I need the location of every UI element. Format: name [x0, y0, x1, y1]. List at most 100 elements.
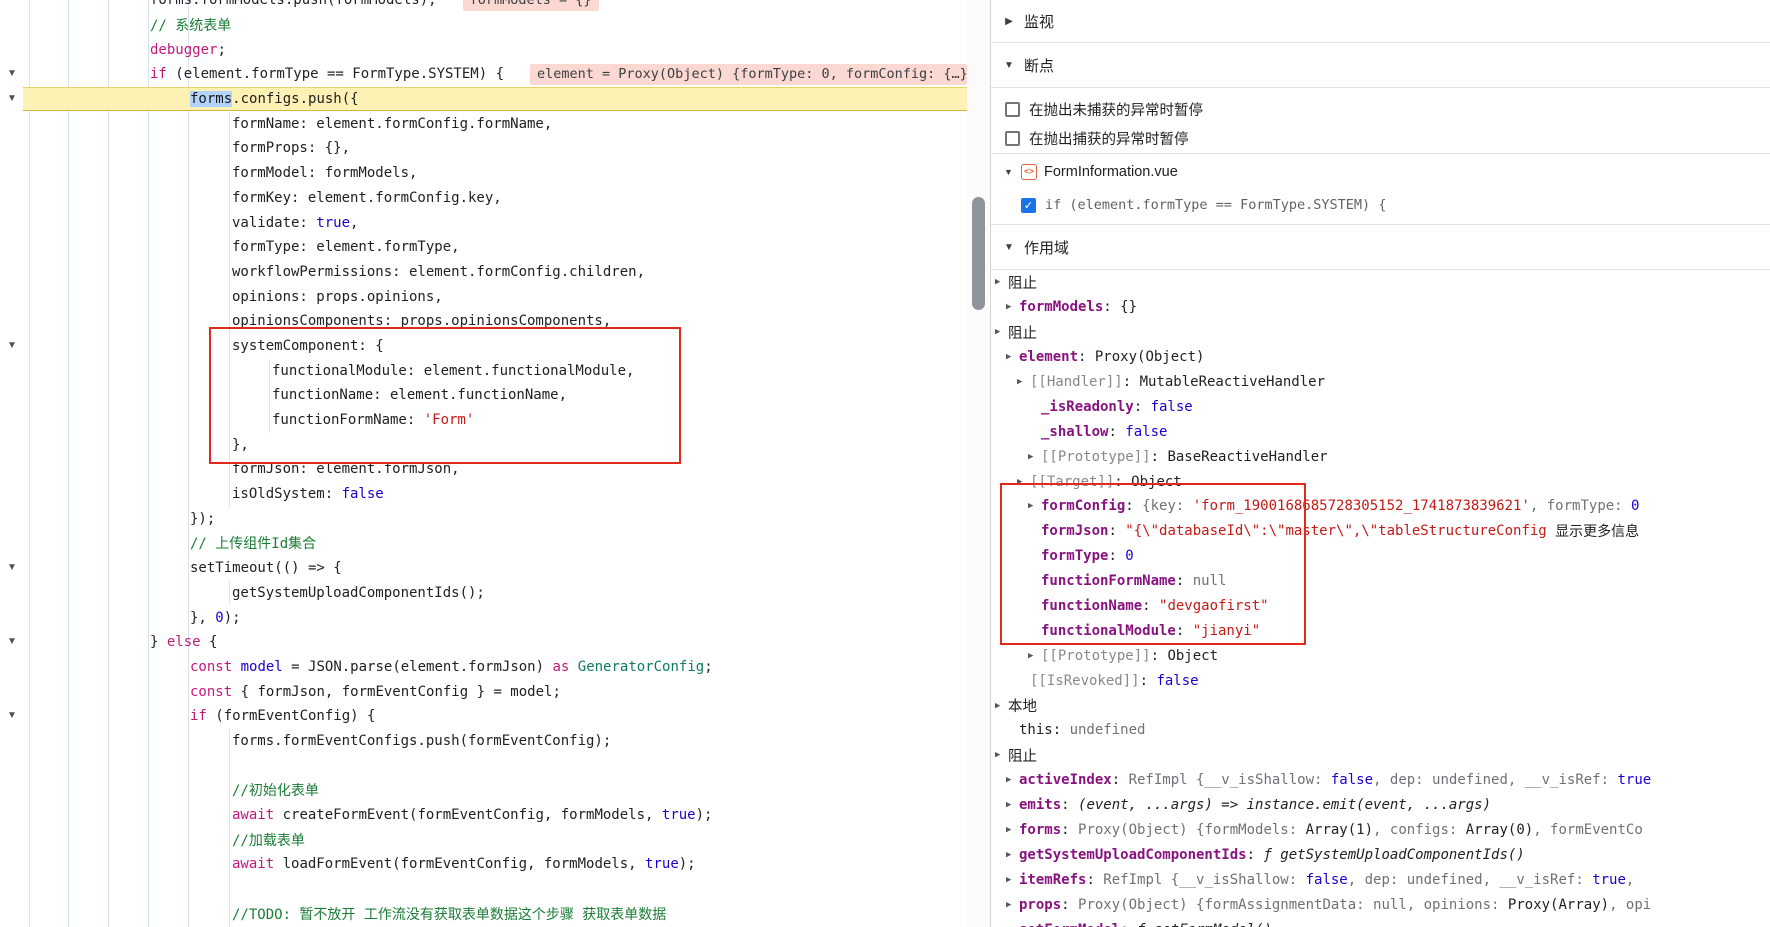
scope-tree-row[interactable]: ▶阻止 [991, 320, 1770, 345]
scope-tree-row[interactable]: ▶activeIndex: RefImpl {__v_isShallow: fa… [991, 768, 1770, 793]
scope-tree-row[interactable]: _shallow: false [991, 419, 1770, 444]
code-line[interactable]: isOldSystem: false [0, 482, 967, 507]
code-line[interactable]: getSystemUploadComponentIds(); [0, 581, 967, 606]
scope-tree-row[interactable]: formType: 0 [991, 544, 1770, 569]
tree-expand-icon[interactable]: ▶ [1028, 452, 1041, 462]
code-line[interactable]: await loadFormEvent(formEventConfig, for… [0, 852, 967, 877]
execution-line[interactable]: forms.configs.push({ [0, 87, 967, 112]
scope-tree-row[interactable]: ▶setFormModel: ƒ setFormModel() [991, 917, 1770, 927]
scrollbar-thumb[interactable] [972, 197, 985, 310]
tree-expand-icon[interactable]: ▶ [995, 701, 1008, 711]
code-line[interactable]: if (formEventConfig) { [0, 704, 967, 729]
scope-tree-row[interactable]: ▶[[Prototype]]: BaseReactiveHandler [991, 444, 1770, 469]
code-line[interactable]: setTimeout(() => { [0, 556, 967, 581]
scope-tree-row[interactable]: formJson: "{\"databaseId\":\"master\",\"… [991, 519, 1770, 544]
scope-tree-row[interactable]: ▶阻止 [991, 270, 1770, 295]
code-line[interactable]: // 系统表单 [0, 13, 967, 38]
code-line[interactable]: formJson: element.formJson, [0, 457, 967, 482]
tree-expand-icon[interactable]: ▶ [1028, 501, 1041, 511]
tree-expand-icon[interactable]: ▶ [1006, 352, 1019, 362]
scope-tree-row[interactable]: ▶forms: Proxy(Object) {formModels: Array… [991, 818, 1770, 843]
code-line[interactable]: systemComponent: { [0, 334, 967, 359]
pause-caught-row[interactable]: 在抛出捕获的异常时暂停 [991, 124, 1770, 153]
pause-uncaught-row[interactable]: 在抛出未捕获的异常时暂停 [991, 95, 1770, 124]
code-line[interactable]: functionalModule: element.functionalModu… [0, 358, 967, 383]
tree-expand-icon[interactable]: ▶ [1006, 875, 1019, 885]
tree-expand-icon[interactable]: ▶ [1006, 302, 1019, 312]
code-line[interactable]: formKey: element.formConfig.key, [0, 186, 967, 211]
code-line[interactable]: //加载表单 [0, 827, 967, 852]
breakpoint-file-row[interactable]: ▼ <> FormInformation.vue [991, 154, 1770, 190]
tree-expand-icon[interactable]: ▶ [1006, 900, 1019, 910]
code-line[interactable]: }, [0, 432, 967, 457]
code-line[interactable]: functionFormName: 'Form' [0, 408, 967, 433]
tree-expand-icon[interactable]: ▶ [1006, 775, 1019, 785]
code-line[interactable]: //TODO: 暂不放开 工作流没有获取表单数据这个步骤 获取表单数据 [0, 901, 967, 926]
tree-expand-icon[interactable]: ▶ [995, 277, 1008, 287]
code-line[interactable]: debugger; [0, 37, 967, 62]
code-line[interactable]: if (element.formType == FormType.SYSTEM)… [0, 62, 967, 87]
scope-tree-row[interactable]: functionName: "devgaofirst" [991, 594, 1770, 619]
scope-tree-row[interactable]: [[IsRevoked]]: false [991, 668, 1770, 693]
code-line[interactable]: opinionsComponents: props.opinionsCompon… [0, 309, 967, 334]
scope-tree-row[interactable]: ▶[[Handler]]: MutableReactiveHandler [991, 370, 1770, 395]
fold-arrow-icon[interactable]: ▼ [4, 91, 20, 107]
tree-expand-icon[interactable]: ▶ [1006, 850, 1019, 860]
scope-tree-row[interactable]: ▶[[Target]]: Object [991, 469, 1770, 494]
fold-arrow-icon[interactable]: ▼ [4, 560, 20, 576]
scope-tree-row[interactable]: functionFormName: null [991, 569, 1770, 594]
code-line[interactable] [0, 753, 967, 778]
scope-tree-row[interactable]: ▶props: Proxy(Object) {formAssignmentDat… [991, 892, 1770, 917]
code-line[interactable]: forms.formEventConfigs.push(formEventCon… [0, 729, 967, 754]
breakpoint-checkbox[interactable]: ✓ [1021, 198, 1036, 213]
pause-caught-checkbox[interactable] [1005, 131, 1020, 146]
scope-tree-row[interactable]: ▶formConfig: {key: 'form_190016868572830… [991, 494, 1770, 519]
tree-expand-icon[interactable]: ▶ [995, 750, 1008, 760]
scope-tree-row[interactable]: ▶阻止 [991, 743, 1770, 768]
scope-tree-row[interactable]: ▶getSystemUploadComponentIds: ƒ getSyste… [991, 842, 1770, 867]
code-line[interactable]: } else { [0, 630, 967, 655]
breakpoint-entry[interactable]: ✓ if (element.formType == FormType.SYSTE… [991, 190, 1770, 220]
code-line[interactable]: const model = JSON.parse(element.formJso… [0, 655, 967, 680]
fold-gutter[interactable]: ▼ ▼ ▼ ▼ ▼ ▼ [0, 0, 23, 927]
tree-expand-icon[interactable]: ▶ [1028, 651, 1041, 661]
source-code[interactable]: forms.formModels.push(formModels);formMo… [0, 0, 967, 926]
scope-tree-row[interactable]: _isReadonly: false [991, 394, 1770, 419]
fold-arrow-icon[interactable]: ▼ [4, 634, 20, 650]
scope-tree-row[interactable]: this: undefined [991, 718, 1770, 743]
code-line[interactable]: formType: element.formType, [0, 235, 967, 260]
tree-expand-icon[interactable]: ▶ [995, 327, 1008, 337]
code-line[interactable]: formProps: {}, [0, 136, 967, 161]
scope-tree-row[interactable]: ▶itemRefs: RefImpl {__v_isShallow: false… [991, 867, 1770, 892]
fold-arrow-icon[interactable]: ▼ [4, 338, 20, 354]
tree-expand-icon[interactable]: ▶ [1006, 800, 1019, 810]
fold-arrow-icon[interactable]: ▼ [4, 708, 20, 724]
editor-scrollbar[interactable] [967, 0, 990, 927]
fold-arrow-icon[interactable]: ▼ [4, 66, 20, 82]
scope-tree-row[interactable]: functionalModule: "jianyi" [991, 618, 1770, 643]
scope-tree-row[interactable]: ▶[[Prototype]]: Object [991, 643, 1770, 668]
code-line[interactable]: //初始化表单 [0, 778, 967, 803]
code-line[interactable]: formModel: formModels, [0, 161, 967, 186]
code-editor[interactable]: forms.formModels.push(formModels);formMo… [0, 0, 967, 927]
tree-expand-icon[interactable]: ▶ [1017, 477, 1030, 487]
watch-section-header[interactable]: ▶ 监视 [991, 0, 1770, 43]
tree-expand-icon[interactable]: ▶ [1017, 377, 1030, 387]
scope-tree-row[interactable]: ▶本地 [991, 693, 1770, 718]
code-line[interactable]: workflowPermissions: element.formConfig.… [0, 260, 967, 285]
code-line[interactable]: // 上传组件Id集合 [0, 531, 967, 556]
scope-tree-row[interactable]: ▶formModels: {} [991, 295, 1770, 320]
scope-tree-row[interactable]: ▶element: Proxy(Object) [991, 345, 1770, 370]
code-line[interactable]: forms.formModels.push(formModels);formMo… [0, 0, 967, 13]
code-line[interactable]: }, 0); [0, 605, 967, 630]
code-line[interactable]: }); [0, 506, 967, 531]
code-line[interactable] [0, 877, 967, 902]
code-line[interactable]: functionName: element.functionName, [0, 383, 967, 408]
code-line[interactable]: validate: true, [0, 210, 967, 235]
code-line[interactable]: const { formJson, formEventConfig } = mo… [0, 679, 967, 704]
code-line[interactable]: opinions: props.opinions, [0, 284, 967, 309]
scope-tree-row[interactable]: ▶emits: (event, ...args) => instance.emi… [991, 793, 1770, 818]
tree-expand-icon[interactable]: ▶ [1006, 825, 1019, 835]
scope-section-header[interactable]: ▼ 作用域 [991, 225, 1770, 270]
pause-uncaught-checkbox[interactable] [1005, 102, 1020, 117]
